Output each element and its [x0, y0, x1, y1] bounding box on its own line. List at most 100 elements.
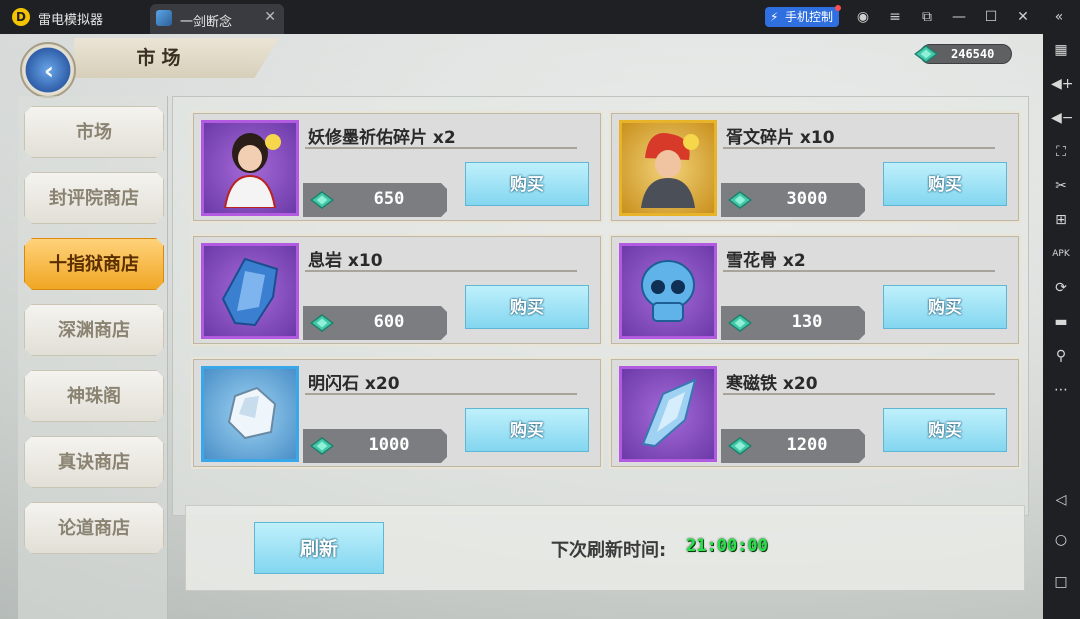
buy-button[interactable]: 购买: [465, 408, 589, 452]
item-price: 1000: [368, 435, 410, 455]
item-name: 明闪石 x20: [308, 374, 400, 394]
sidebar-item-shizhiyu-shop[interactable]: 十指狱商店: [24, 238, 164, 290]
tab-game[interactable]: 一剑断念 ✕: [150, 4, 284, 34]
jade-currency-icon: [727, 191, 753, 209]
item-name: 胥文碎片 x10: [726, 128, 835, 148]
shop-category-sidebar: 市场 封评院商店 十指狱商店 深渊商店 神珠阁 真诀商店 论道商店: [18, 96, 168, 619]
apk-install-icon[interactable]: APK: [1051, 244, 1071, 264]
item-price: 650: [373, 189, 405, 209]
sidebar-item-fengpingyuan-shop[interactable]: 封评院商店: [24, 172, 164, 224]
item-price: 3000: [786, 189, 828, 209]
back-nav-icon[interactable]: ◁: [1051, 490, 1071, 510]
app-logo-icon: D: [12, 8, 30, 26]
scissors-icon[interactable]: ✂: [1051, 176, 1071, 196]
item-icon-frame: [201, 243, 299, 339]
item-icon-frame: [201, 366, 299, 462]
maximize-icon[interactable]: ☐: [980, 6, 1002, 28]
add-app-icon[interactable]: ⊞: [1051, 210, 1071, 230]
shop-item-panel: 妖修墨祈佑碎片 x2 650 购买 胥文碎片 x10 3000 购买 息岩 x1…: [172, 96, 1029, 516]
game-screen: 市场 ‹ 246540 市场 封评院商店 十指狱商店 深渊商店 神珠阁 真诀商店…: [0, 34, 1043, 619]
tab-close-icon[interactable]: ✕: [264, 9, 276, 25]
notification-dot: [835, 5, 841, 11]
item-name: 寒磁铁 x20: [726, 374, 818, 394]
jade-currency-icon: [309, 314, 335, 332]
warrior-portrait-icon: [641, 133, 699, 208]
volume-up-icon[interactable]: ◀+: [1051, 74, 1074, 94]
ice-shard-icon: [641, 378, 697, 448]
volume-down-icon[interactable]: ◀−: [1051, 108, 1074, 128]
shop-item-card: 息岩 x10 600 购买: [191, 234, 603, 346]
buy-button[interactable]: 购买: [883, 162, 1007, 206]
buy-button[interactable]: 购买: [465, 285, 589, 329]
sidebar-item-shenzhu-pavilion[interactable]: 神珠阁: [24, 370, 164, 422]
back-arrow-icon: ‹: [44, 57, 54, 85]
skull-icon: [641, 260, 695, 322]
tab-label: 一剑断念: [180, 15, 233, 30]
item-icon-frame: [619, 243, 717, 339]
home-nav-icon[interactable]: ○: [1051, 530, 1071, 550]
app-name: 雷电模拟器: [38, 13, 104, 28]
divider: [305, 147, 577, 149]
item-name: 妖修墨祈佑碎片 x2: [308, 128, 456, 148]
menu-icon[interactable]: ≡: [884, 6, 906, 28]
white-stone-icon: [227, 386, 277, 440]
item-price: 1200: [786, 435, 828, 455]
sidebar-item-label: 深渊商店: [58, 320, 130, 341]
item-icon-frame: [619, 366, 717, 462]
shop-item-card: 寒磁铁 x20 1200 购买: [609, 357, 1021, 469]
sidebar-item-label: 真诀商店: [58, 452, 130, 473]
jade-currency-icon: [727, 437, 753, 455]
next-refresh-label: 下次刷新时间:: [551, 540, 667, 561]
sidebar-item-abyss-shop[interactable]: 深渊商店: [24, 304, 164, 356]
refresh-bar: 刷新 下次刷新时间: 21:00:00: [185, 505, 1025, 591]
page-title: 市场: [136, 47, 187, 69]
sidebar-item-zhenjue-shop[interactable]: 真诀商店: [24, 436, 164, 488]
phone-control-button[interactable]: 手机控制: [765, 5, 841, 27]
shop-item-card: 明闪石 x20 1000 购买: [191, 357, 603, 469]
buy-button[interactable]: 购买: [883, 285, 1007, 329]
minimize-icon[interactable]: —: [948, 6, 970, 28]
emulator-toolbar: ▦ ◀+ ◀− ⛶ ✂ ⊞ APK ⟳ ▬ ⚲ ⋯ ◁ ○ □: [1043, 34, 1080, 619]
shop-item-card: 雪花骨 x2 130 购买: [609, 234, 1021, 346]
sidebar-item-lundao-shop[interactable]: 论道商店: [24, 502, 164, 554]
sidebar-item-label: 十指狱商店: [49, 254, 139, 275]
close-icon[interactable]: ✕: [1012, 6, 1034, 28]
blue-crystal-icon: [221, 257, 279, 327]
divider: [723, 147, 995, 149]
divider: [723, 393, 995, 395]
more-icon[interactable]: ⋯: [1051, 380, 1071, 400]
recents-nav-icon[interactable]: □: [1051, 572, 1071, 592]
item-name: 息岩 x10: [308, 251, 383, 271]
price-tag: 650: [303, 183, 447, 217]
sidebar-item-label: 神珠阁: [67, 386, 121, 407]
screenshot-icon[interactable]: ⛶: [1051, 142, 1071, 162]
back-button[interactable]: ‹: [20, 42, 76, 98]
keyboard-icon[interactable]: ▦: [1051, 40, 1071, 60]
divider: [305, 270, 577, 272]
sidebar-item-label: 市场: [76, 122, 112, 143]
price-tag: 130: [721, 306, 865, 340]
popout-icon[interactable]: ⧉: [916, 6, 938, 28]
jade-currency-icon: [309, 191, 335, 209]
sidebar-item-market[interactable]: 市场: [24, 106, 164, 158]
sidebar-item-label: 封评院商店: [49, 188, 139, 209]
price-tag: 3000: [721, 183, 865, 217]
jade-currency-icon: [914, 45, 938, 63]
phone-control-label: 手机控制: [785, 10, 834, 24]
location-icon[interactable]: ⚲: [1051, 346, 1071, 366]
item-icon-frame: [201, 120, 299, 216]
folder-icon[interactable]: ▬: [1051, 312, 1071, 332]
refresh-button[interactable]: 刷新: [254, 522, 384, 574]
buy-button[interactable]: 购买: [465, 162, 589, 206]
game-tab-icon: [156, 10, 172, 26]
item-name: 雪花骨 x2: [726, 251, 806, 271]
jade-currency-icon: [727, 314, 753, 332]
title-bar: D 雷电模拟器 一剑断念 ✕ 手机控制 ◉ ≡ ⧉ — ☐ ✕ «: [0, 0, 1080, 34]
next-refresh-time: 21:00:00: [686, 536, 768, 556]
buy-button[interactable]: 购买: [883, 408, 1007, 452]
account-icon[interactable]: ◉: [852, 6, 874, 28]
collapse-sidebar-icon[interactable]: «: [1048, 6, 1070, 28]
sync-icon[interactable]: ⟳: [1051, 278, 1071, 298]
jade-currency-icon: [309, 437, 335, 455]
currency-amount: 246540: [951, 47, 995, 61]
